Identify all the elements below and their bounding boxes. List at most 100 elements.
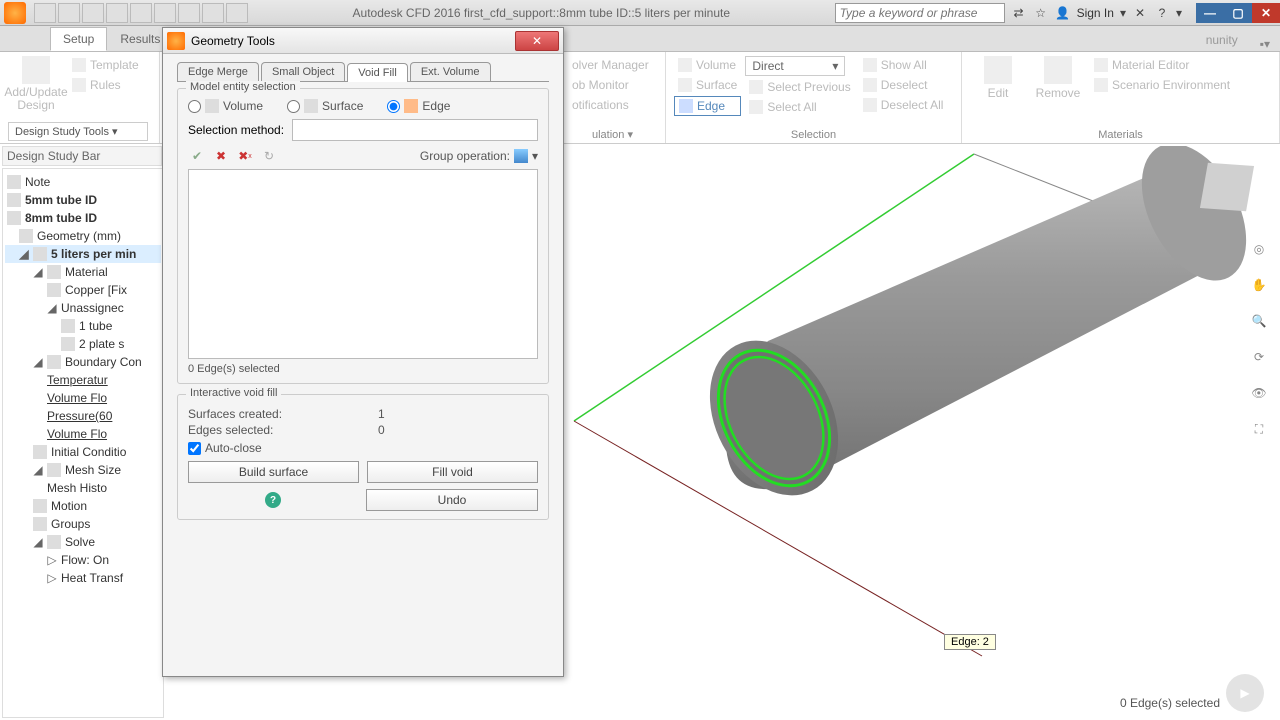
tree-8mm[interactable]: 8mm tube ID [5, 209, 161, 227]
deselect-all-button[interactable]: Deselect All [859, 96, 948, 114]
pan-icon[interactable]: ✋ [1246, 272, 1272, 298]
build-surface-button[interactable]: Build surface [188, 461, 359, 483]
viewcube[interactable] [1200, 163, 1254, 212]
template-button[interactable]: Template [68, 56, 143, 74]
tree-note[interactable]: Note [5, 173, 161, 191]
surface-button[interactable]: Surface [674, 76, 741, 94]
tree-scenario[interactable]: ◢5 liters per min [5, 245, 161, 263]
solver-manager-button[interactable]: olver Manager [568, 56, 653, 74]
qat-btn[interactable] [82, 3, 104, 23]
tree-motion[interactable]: Motion [5, 497, 161, 515]
tab-void-fill[interactable]: Void Fill [347, 63, 408, 82]
tree-5mm[interactable]: 5mm tube ID [5, 191, 161, 209]
volume-button[interactable]: Volume [674, 56, 741, 74]
collapse-icon[interactable]: ◢ [19, 247, 29, 261]
collapse-icon[interactable]: ◢ [47, 301, 57, 315]
collapse-icon[interactable]: ◢ [33, 535, 43, 549]
tree-vflow2[interactable]: Volume Flo [5, 425, 161, 443]
deselect-button[interactable]: Deselect [859, 76, 948, 94]
collapse-icon[interactable]: ◢ [33, 265, 43, 279]
collapse-icon[interactable]: ◢ [33, 355, 43, 369]
job-monitor-button[interactable]: ob Monitor [568, 76, 653, 94]
scenario-env-button[interactable]: Scenario Environment [1090, 76, 1234, 94]
expand-icon[interactable]: ▷ [47, 553, 57, 567]
tab-edge-merge[interactable]: Edge Merge [177, 62, 259, 81]
selection-list[interactable] [188, 169, 538, 359]
accept-icon[interactable]: ✔ [188, 147, 206, 165]
tree-temp[interactable]: Temperatur [5, 371, 161, 389]
tree-geometry[interactable]: Geometry (mm) [5, 227, 161, 245]
tree-ic[interactable]: Initial Conditio [5, 443, 161, 461]
play-overlay-icon[interactable]: ▶ [1226, 674, 1264, 712]
help-icon[interactable]: ? [1154, 5, 1170, 21]
add-update-design-button[interactable]: Add/Update Design [8, 56, 64, 112]
tab-setup[interactable]: Setup [50, 27, 107, 51]
qat-btn[interactable] [154, 3, 176, 23]
tree-material[interactable]: ◢Material [5, 263, 161, 281]
tree-tube[interactable]: 1 tube [5, 317, 161, 335]
radio-surface[interactable]: Surface [287, 99, 363, 113]
tab-ext-volume[interactable]: Ext. Volume [410, 62, 491, 81]
tree-unassigned[interactable]: ◢Unassignec [5, 299, 161, 317]
tree-bc[interactable]: ◢Boundary Con [5, 353, 161, 371]
tree-copper[interactable]: Copper [Fix [5, 281, 161, 299]
zoom-icon[interactable]: 🔍 [1246, 308, 1272, 334]
expand-icon[interactable]: ▷ [47, 571, 57, 585]
selection-method-dropdown[interactable] [292, 119, 538, 141]
group-op-icon[interactable] [514, 149, 528, 163]
tree-plate[interactable]: 2 plate s [5, 335, 161, 353]
qat-btn[interactable] [202, 3, 224, 23]
tree-solve[interactable]: ◢Solve [5, 533, 161, 551]
tree-pressure[interactable]: Pressure(60 [5, 407, 161, 425]
select-all-button[interactable]: Select All [745, 98, 854, 116]
rules-button[interactable]: Rules [68, 76, 143, 94]
fit-icon[interactable]: ⛶ [1246, 416, 1272, 442]
chevron-down-icon[interactable]: ▾ [1176, 6, 1182, 20]
delete-all-icon[interactable]: ✖x [236, 147, 254, 165]
direct-dropdown[interactable]: Direct▾ [745, 56, 845, 76]
collapse-icon[interactable]: ◢ [33, 463, 43, 477]
minimize-button[interactable]: — [1196, 3, 1224, 23]
qat-btn[interactable] [34, 3, 56, 23]
notifications-button[interactable]: otifications [568, 96, 653, 114]
fill-void-button[interactable]: Fill void [367, 461, 538, 483]
tree-flow[interactable]: ▷Flow: On [5, 551, 161, 569]
chevron-down-icon[interactable]: ▾ [532, 149, 538, 163]
radio-volume[interactable]: Volume [188, 99, 263, 113]
undo-button[interactable]: Undo [366, 489, 538, 511]
delete-icon[interactable]: ✖ [212, 147, 230, 165]
favorites-icon[interactable]: ☆ [1033, 5, 1049, 21]
chevron-down-icon[interactable]: ▾ [1120, 6, 1126, 20]
tab-community[interactable]: nunity [1194, 29, 1250, 51]
geometry-tools-titlebar[interactable]: Geometry Tools ✕ [163, 28, 563, 54]
refresh-icon[interactable]: ↻ [260, 147, 278, 165]
help-icon[interactable]: ? [265, 492, 281, 508]
exchange-icon[interactable]: ✕ [1132, 5, 1148, 21]
qat-btn[interactable] [106, 3, 128, 23]
tab-small-object[interactable]: Small Object [261, 62, 345, 81]
media-icon[interactable]: ▪▾ [1260, 37, 1270, 51]
tree-groups[interactable]: Groups [5, 515, 161, 533]
tree-heat[interactable]: ▷Heat Transf [5, 569, 161, 587]
show-all-button[interactable]: Show All [859, 56, 948, 74]
close-button[interactable]: ✕ [1252, 3, 1280, 23]
qat-btn[interactable] [58, 3, 80, 23]
study-tree[interactable]: Note 5mm tube ID 8mm tube ID Geometry (m… [3, 169, 163, 591]
steering-wheel-icon[interactable]: ◎ [1246, 236, 1272, 262]
edge-button[interactable]: Edge [674, 96, 741, 116]
remove-button[interactable]: Remove [1030, 56, 1086, 100]
auto-close-checkbox[interactable]: Auto-close [188, 441, 538, 455]
maximize-button[interactable]: ▢ [1224, 3, 1252, 23]
tree-meshhist[interactable]: Mesh Histo [5, 479, 161, 497]
material-editor-button[interactable]: Material Editor [1090, 56, 1234, 74]
design-study-tools-dropdown[interactable]: Design Study Tools ▾ [8, 122, 148, 141]
select-previous-button[interactable]: Select Previous [745, 78, 854, 96]
radio-edge[interactable]: Edge [387, 99, 450, 113]
tree-vflow1[interactable]: Volume Flo [5, 389, 161, 407]
qat-btn[interactable] [178, 3, 200, 23]
sign-in-link[interactable]: Sign In [1077, 6, 1114, 20]
user-icon[interactable]: 👤 [1055, 5, 1071, 21]
tree-mesh[interactable]: ◢Mesh Size [5, 461, 161, 479]
edit-button[interactable]: Edit [970, 56, 1026, 100]
look-icon[interactable]: 👁 [1246, 380, 1272, 406]
